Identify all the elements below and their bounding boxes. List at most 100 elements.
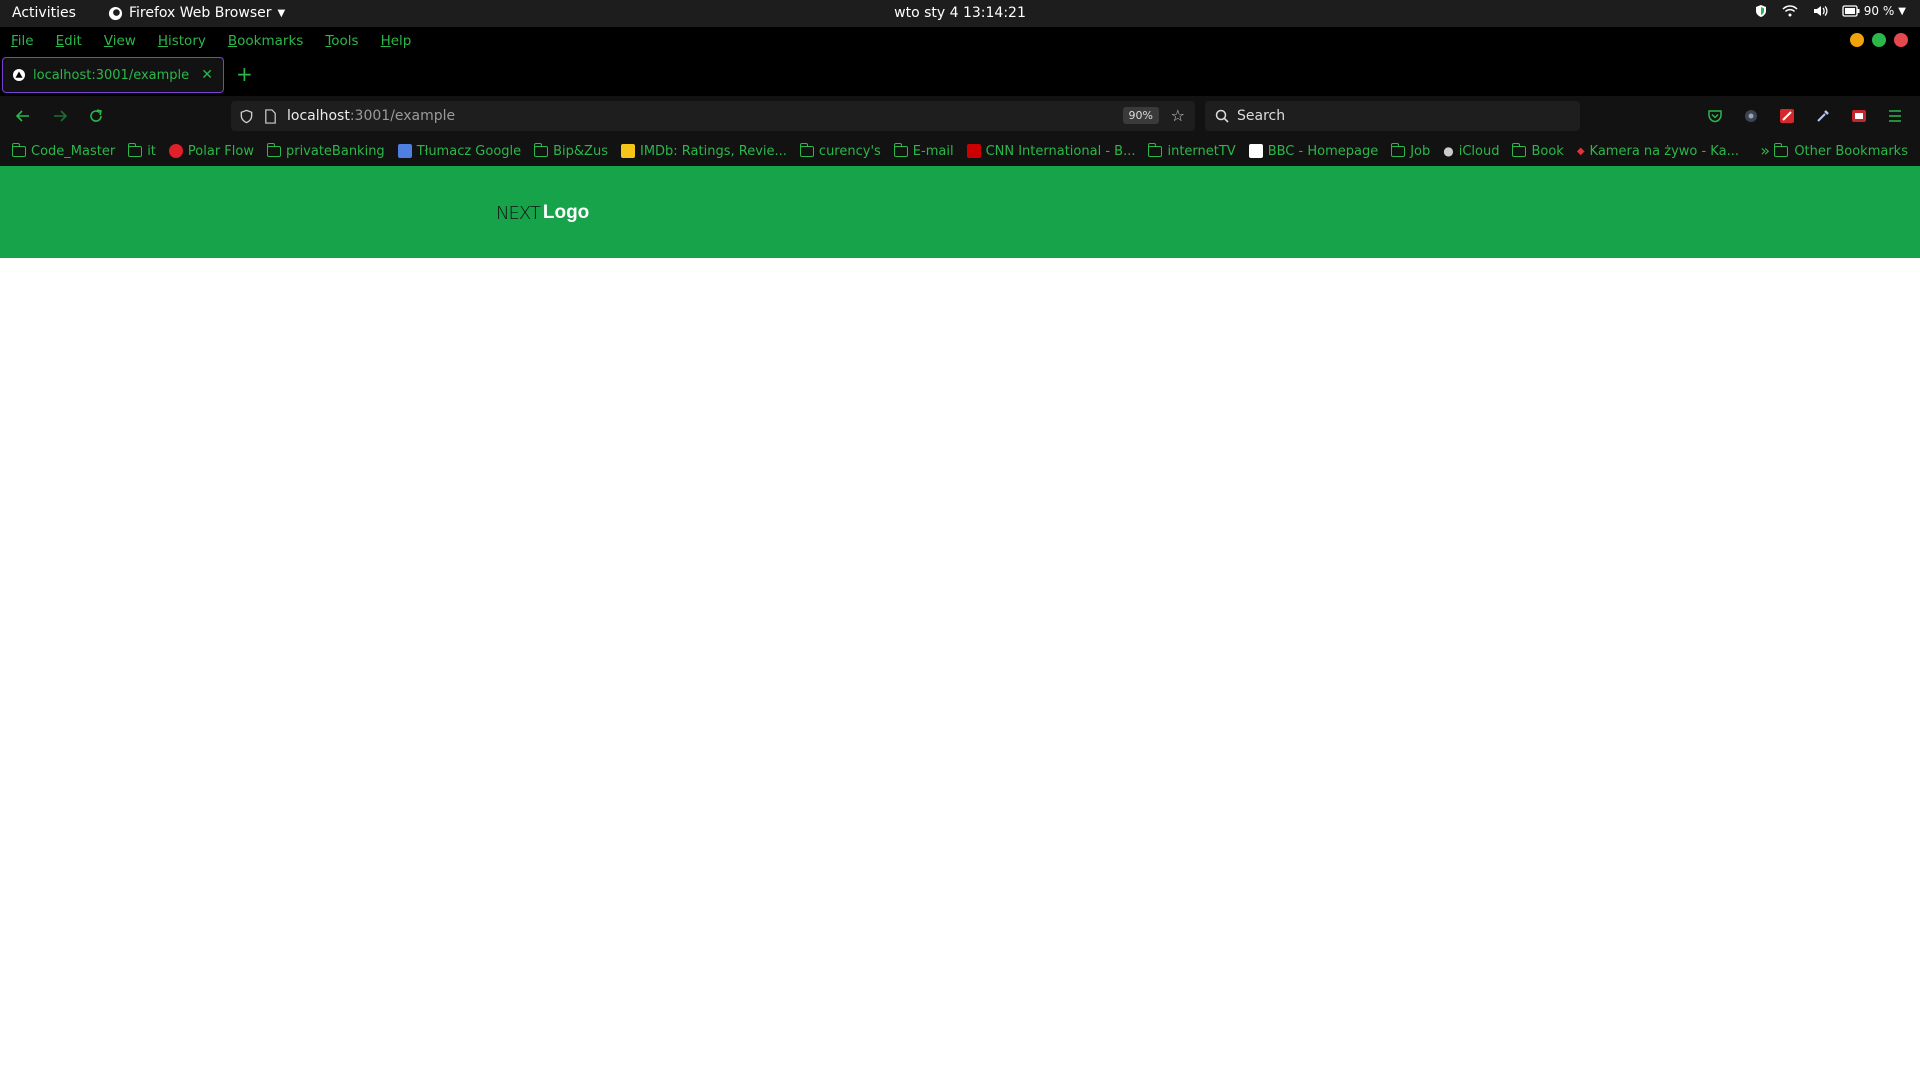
- activities-button[interactable]: Activities: [12, 5, 76, 21]
- extension-red-icon[interactable]: [1777, 106, 1797, 126]
- folder-icon: [266, 142, 281, 157]
- battery-icon: [1842, 5, 1860, 17]
- search-bar[interactable]: [1205, 101, 1580, 131]
- next-logo-mark: NEXT: [496, 202, 541, 224]
- bookmark-label: Kamera na żywo - Ka...: [1589, 143, 1739, 159]
- back-button[interactable]: [13, 106, 33, 126]
- caret-down-icon: ▼: [277, 7, 286, 19]
- logo-text: Logo: [542, 202, 590, 223]
- menu-help[interactable]: Help: [381, 33, 412, 49]
- bookmark-folder-private-banking[interactable]: privateBanking: [266, 142, 385, 159]
- bookmark-kamera[interactable]: ◆ Kamera na żywo - Ka...: [1577, 144, 1739, 159]
- bookmark-folder-other-bookmarks[interactable]: Other Bookmarks: [1774, 143, 1908, 159]
- bookmarks-overflow-chevron-icon[interactable]: »: [1760, 141, 1770, 160]
- search-icon: [1215, 109, 1229, 123]
- bookmark-label: Polar Flow: [187, 143, 254, 159]
- bookmark-folder-job[interactable]: Job: [1391, 142, 1431, 159]
- bookmark-label: internetTV: [1167, 143, 1236, 159]
- new-tab-button[interactable]: +: [236, 64, 253, 84]
- bookmark-label: Tłumacz Google: [416, 143, 522, 159]
- site-header: NEXT Logo: [0, 166, 1920, 258]
- bookmark-label: Other Bookmarks: [1794, 144, 1908, 159]
- bookmark-label: Bip&Zus: [553, 143, 608, 159]
- bookmark-folder-it[interactable]: it: [128, 142, 156, 159]
- reload-button[interactable]: [86, 106, 106, 126]
- bookmark-polar-flow[interactable]: Polar Flow: [168, 143, 254, 159]
- system-top-bar: Activities Firefox Web Browser ▼ wto sty…: [0, 0, 1920, 27]
- site-logo[interactable]: NEXT Logo: [496, 202, 589, 224]
- bookmark-label: it: [147, 143, 156, 159]
- firefox-icon: [108, 6, 123, 20]
- folder-icon: [1391, 142, 1406, 157]
- forward-button[interactable]: [50, 106, 70, 126]
- bookmark-label: Job: [1410, 143, 1431, 159]
- pocket-icon[interactable]: [1705, 106, 1725, 126]
- bookmark-folder-email[interactable]: E-mail: [893, 142, 954, 159]
- system-tray[interactable]: 90 % ▼: [1754, 4, 1906, 18]
- maximize-button[interactable]: [1872, 33, 1886, 47]
- menu-bar: File Edit View History Bookmarks Tools H…: [0, 27, 1920, 54]
- app-menu-label: Firefox Web Browser: [129, 5, 272, 21]
- volume-icon[interactable]: [1812, 4, 1828, 18]
- bookmark-bbc[interactable]: BBC - Homepage: [1248, 143, 1379, 159]
- url-bar[interactable]: localhost:3001/example 90% ☆: [231, 101, 1195, 131]
- bookmark-star-icon[interactable]: ☆: [1171, 106, 1185, 125]
- extension-sync-icon[interactable]: [1741, 106, 1761, 126]
- reload-icon: [90, 109, 102, 122]
- shield-icon[interactable]: [1754, 4, 1768, 18]
- bookmark-google-translate[interactable]: Tłumacz Google: [397, 143, 522, 159]
- search-input[interactable]: [1237, 108, 1557, 124]
- clock[interactable]: wto sty 4 13:14:21: [0, 5, 1920, 21]
- minimize-button[interactable]: [1850, 33, 1864, 47]
- battery-indicator[interactable]: 90 % ▼: [1842, 4, 1906, 18]
- bookmark-icloud[interactable]: ● iCloud: [1443, 144, 1499, 159]
- folder-icon: [12, 142, 26, 157]
- folder-icon: [893, 142, 908, 157]
- window-controls: [1850, 33, 1908, 47]
- camera-icon: ◆: [1576, 145, 1585, 157]
- extension-gift-icon[interactable]: [1849, 106, 1869, 126]
- folder-icon: [534, 142, 549, 157]
- bookmark-folder-code-master[interactable]: Code_Master: [12, 142, 116, 159]
- bbc-icon: [1248, 144, 1263, 158]
- bookmark-label: IMDb: Ratings, Revie...: [639, 143, 787, 159]
- tracking-shield-icon[interactable]: [239, 109, 254, 124]
- eyedropper-icon[interactable]: [1813, 106, 1833, 126]
- close-window-button[interactable]: [1894, 33, 1908, 47]
- bookmark-label: CNN International - B...: [985, 143, 1136, 159]
- url-host: localhost: [287, 108, 350, 124]
- bookmark-folder-curencys[interactable]: curency's: [799, 142, 881, 159]
- bookmark-label: BBC - Homepage: [1267, 143, 1379, 159]
- bookmark-label: curency's: [818, 143, 881, 159]
- bookmark-cnn[interactable]: CNN International - B...: [966, 143, 1136, 159]
- bookmark-label: Book: [1531, 143, 1564, 159]
- google-translate-icon: [397, 144, 412, 158]
- menu-view[interactable]: View: [104, 33, 136, 49]
- menu-bookmarks[interactable]: Bookmarks: [228, 33, 303, 49]
- app-menu[interactable]: Firefox Web Browser ▼: [108, 5, 285, 21]
- bookmarks-toolbar: Code_Master it Polar Flow privateBanking…: [0, 136, 1920, 166]
- menu-history[interactable]: History: [158, 33, 206, 49]
- arrow-right-icon: [54, 110, 68, 122]
- bookmark-label: Code_Master: [31, 143, 116, 159]
- close-tab-icon[interactable]: ✕: [201, 67, 213, 83]
- url-path: :3001/example: [349, 108, 456, 124]
- zoom-level-badge[interactable]: 90%: [1122, 107, 1159, 124]
- bookmark-folder-bip-zus[interactable]: Bip&Zus: [534, 142, 608, 159]
- navigation-toolbar: localhost:3001/example 90% ☆: [0, 96, 1920, 136]
- menu-tools[interactable]: Tools: [325, 33, 358, 49]
- cnn-icon: [966, 144, 981, 158]
- page-icon[interactable]: [264, 108, 277, 124]
- menu-edit[interactable]: Edit: [56, 33, 82, 49]
- bookmark-imdb[interactable]: IMDb: Ratings, Revie...: [620, 143, 787, 159]
- bookmark-label: privateBanking: [285, 143, 385, 159]
- bookmark-folder-internettv[interactable]: internetTV: [1148, 142, 1236, 159]
- menu-file[interactable]: File: [11, 33, 34, 49]
- bookmark-label: iCloud: [1458, 143, 1500, 159]
- bookmark-folder-book[interactable]: Book: [1512, 142, 1564, 159]
- tab-localhost-example[interactable]: localhost:3001/example ✕: [2, 57, 224, 93]
- hamburger-menu-icon[interactable]: [1885, 106, 1905, 126]
- polar-flow-icon: [168, 144, 183, 158]
- wifi-icon[interactable]: [1782, 4, 1798, 18]
- battery-percentage: 90 %: [1863, 4, 1895, 18]
